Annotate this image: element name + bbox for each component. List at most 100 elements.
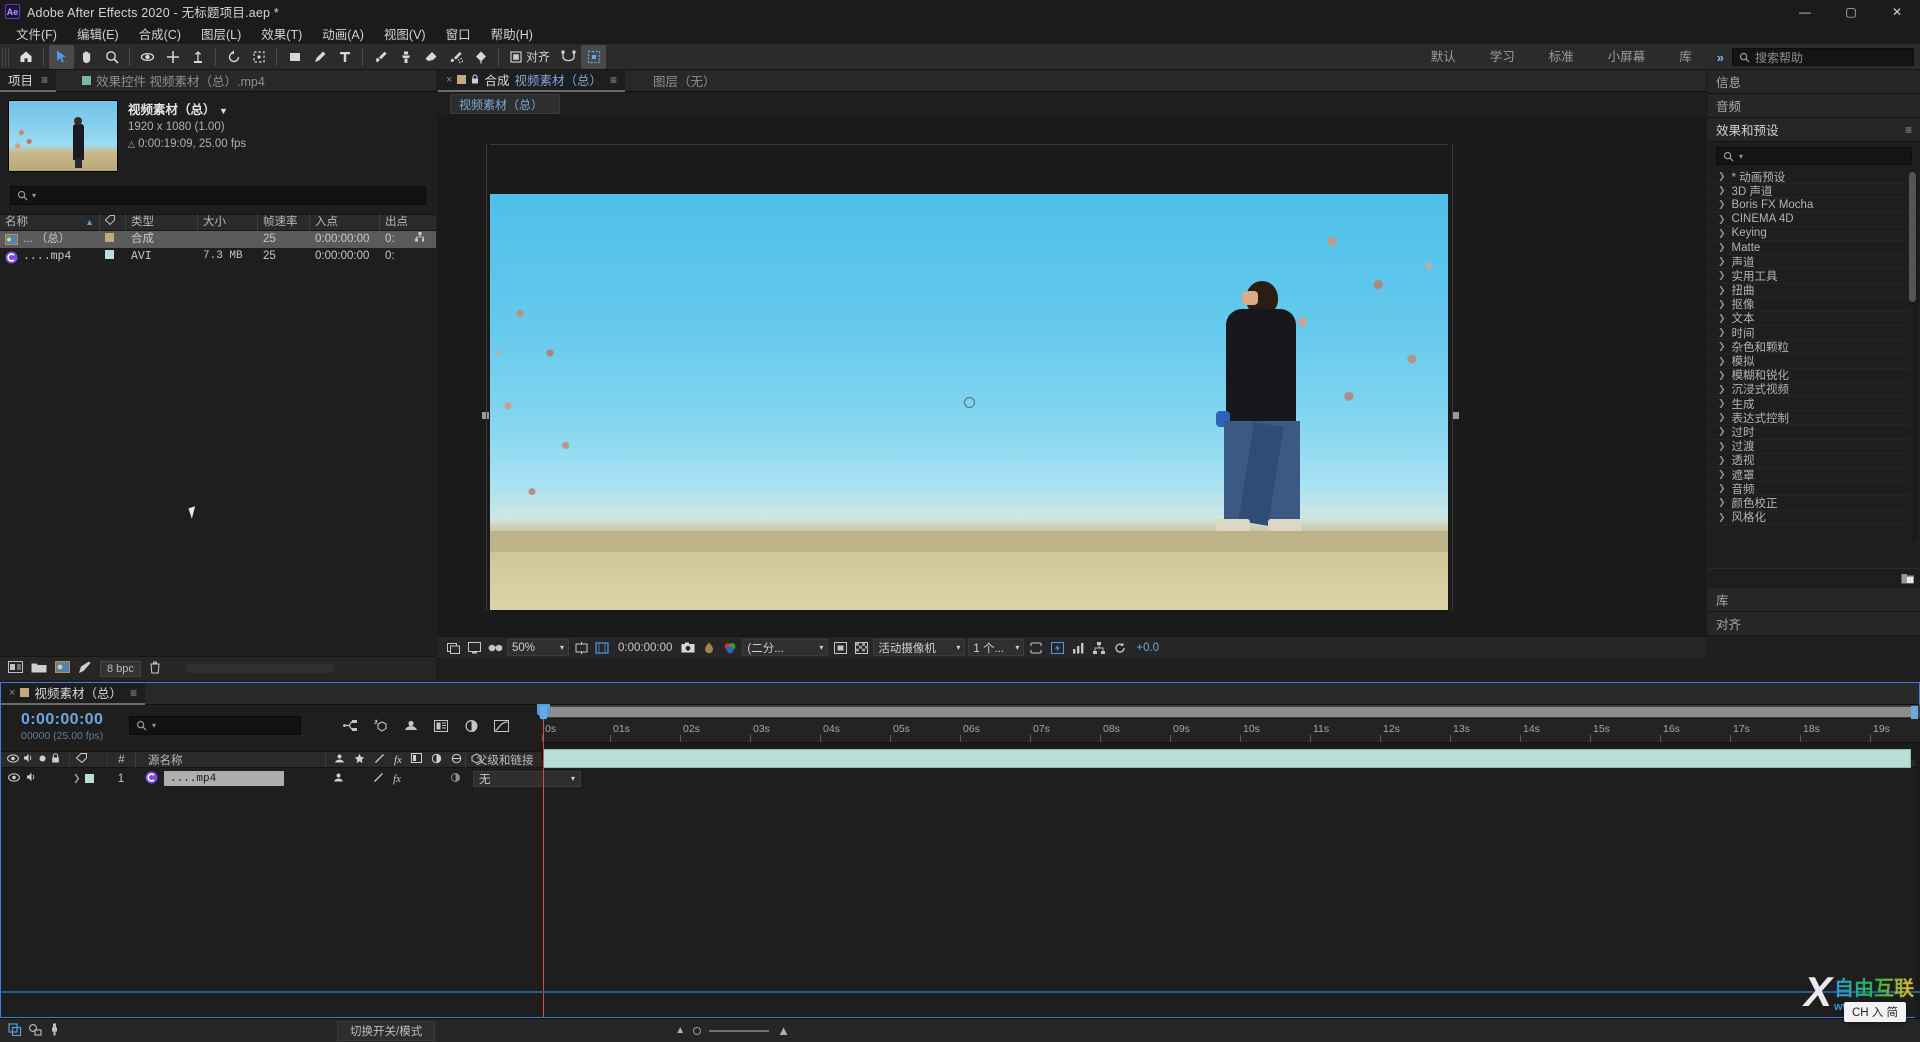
minimize-button[interactable]: — xyxy=(1782,0,1828,23)
tab-composition[interactable]: × 合成 视频素材（总） ≡ xyxy=(438,69,625,92)
chevron-right-icon[interactable]: ❯ xyxy=(1718,228,1726,239)
rectangle-tool-icon[interactable] xyxy=(282,45,307,69)
audio-icon[interactable] xyxy=(23,753,34,766)
region-of-interest-icon[interactable] xyxy=(593,639,611,657)
type-tool-icon[interactable] xyxy=(332,45,357,69)
panel-audio[interactable]: 音频 xyxy=(1708,94,1920,118)
channel-rgb-icon[interactable] xyxy=(721,639,739,657)
workspace-smallscreen[interactable]: 小屏幕 xyxy=(1591,44,1663,70)
chevron-right-icon[interactable]: ❯ xyxy=(1718,242,1726,253)
effects-scrollbar-thumb[interactable] xyxy=(1909,172,1916,302)
composition-breadcrumb[interactable]: 视频素材（总） xyxy=(450,94,560,114)
show-snapshot-icon[interactable] xyxy=(700,639,718,657)
layer-quality-switch[interactable] xyxy=(373,772,384,786)
resolution-select[interactable]: (二分... ▾ xyxy=(742,639,829,656)
interpret-footage-icon[interactable] xyxy=(8,661,23,676)
video-visibility-icon[interactable] xyxy=(7,753,19,766)
layer-shy-switch[interactable] xyxy=(333,772,344,786)
chevron-right-icon[interactable]: ❯ xyxy=(1718,327,1726,338)
project-search-input[interactable]: ▾ xyxy=(10,186,426,205)
close-button[interactable]: ✕ xyxy=(1874,0,1920,23)
draft-3d-icon[interactable] xyxy=(371,716,391,736)
tag-icon[interactable] xyxy=(75,753,87,766)
chevron-right-icon[interactable]: ❯ xyxy=(1718,412,1726,423)
layer-video-toggle[interactable] xyxy=(8,772,20,785)
timeline-zoom-slider[interactable]: ▲ ▲ xyxy=(675,1023,790,1038)
reset-exposure-icon[interactable] xyxy=(1111,639,1129,657)
chevron-right-icon[interactable]: ❯ xyxy=(1718,497,1726,508)
quality-switch-icon[interactable] xyxy=(374,753,385,767)
column-type[interactable]: 类型 xyxy=(126,214,198,231)
workspace-standard[interactable]: 标准 xyxy=(1532,44,1591,70)
new-folder-icon[interactable] xyxy=(1901,572,1914,584)
pixel-aspect-correction-icon[interactable] xyxy=(1027,639,1045,657)
chevron-right-icon[interactable]: ❯ xyxy=(1718,469,1726,480)
search-dropdown-icon[interactable]: ▾ xyxy=(32,191,36,200)
playhead[interactable] xyxy=(537,704,550,1019)
dolly-camera-tool-icon[interactable] xyxy=(185,45,210,69)
row-label-swatch[interactable] xyxy=(105,233,114,242)
effects-search-input[interactable]: ▾ xyxy=(1716,147,1912,165)
toggle-switches-modes-button[interactable]: 切换开关/模式 xyxy=(337,1020,436,1041)
grid-guides-icon[interactable] xyxy=(581,44,607,69)
chevron-right-icon[interactable]: ❯ xyxy=(1718,512,1726,523)
close-tab-icon[interactable]: × xyxy=(446,74,452,86)
list-item[interactable]: ❯ Keying xyxy=(1708,227,1920,241)
workspace-libraries[interactable]: 库 xyxy=(1662,44,1709,70)
project-settings-icon[interactable] xyxy=(78,661,92,677)
menu-help[interactable]: 帮助(H) xyxy=(481,22,543,45)
timeline-timecode[interactable]: 0:00:00:00 00000 (25.00 fps) xyxy=(1,705,103,742)
column-outpoint[interactable]: 出点 xyxy=(380,214,420,231)
align-toggle[interactable]: 对齐 xyxy=(504,48,556,65)
composition-flowchart-icon[interactable] xyxy=(8,1022,22,1039)
chevron-right-icon[interactable]: ❯ xyxy=(1718,370,1726,381)
composition-canvas[interactable] xyxy=(490,194,1448,610)
transparency-grid-icon[interactable] xyxy=(852,639,870,657)
chevron-right-icon[interactable]: ❯ xyxy=(1718,483,1726,494)
chevron-right-icon[interactable]: ❯ xyxy=(1718,171,1726,182)
chevron-right-icon[interactable]: ❯ xyxy=(1718,455,1726,466)
zoom-in-icon[interactable]: ▲ xyxy=(777,1023,790,1038)
chevron-right-icon[interactable]: ❯ xyxy=(1718,384,1726,395)
chevron-down-icon[interactable]: ▼ xyxy=(219,106,228,116)
panel-menu-icon[interactable]: ≡ xyxy=(130,686,137,700)
orbit-camera-tool-icon[interactable] xyxy=(135,45,160,69)
layer-motion-blur-switch[interactable] xyxy=(450,772,461,786)
chevron-right-icon[interactable]: ❯ xyxy=(1718,256,1726,267)
exposure-value[interactable]: +0.0 xyxy=(1132,642,1163,654)
navigator-thumb[interactable] xyxy=(543,707,1915,717)
chevron-right-icon[interactable]: ❯ xyxy=(1718,356,1726,367)
column-name[interactable]: 名称 ▲ xyxy=(0,214,100,231)
eraser-tool-icon[interactable] xyxy=(418,45,443,69)
panel-align[interactable]: 对齐 xyxy=(1708,612,1920,636)
clone-stamp-tool-icon[interactable] xyxy=(393,45,418,69)
tab-effect-controls[interactable]: 效果控件 视频素材（总）.mp4 xyxy=(74,70,273,92)
effects-list[interactable]: ❯ * 动画预设 ❯ 3D 声道 ❯ Boris FX Mocha ❯ CINEMA 4… xyxy=(1708,170,1920,568)
zoom-slider-track[interactable] xyxy=(709,1029,770,1032)
close-tab-icon[interactable]: × xyxy=(9,687,15,699)
column-size[interactable]: 大小 xyxy=(198,214,258,231)
motion-blur-switch-icon[interactable] xyxy=(431,753,442,767)
timeline-jump-icon[interactable] xyxy=(1069,639,1087,657)
zoom-slider-knob[interactable] xyxy=(693,1026,702,1035)
timeline-vertical-scrollbar[interactable] xyxy=(1915,743,1920,1019)
column-label-tag[interactable] xyxy=(100,214,126,231)
motion-blur-toggle-icon[interactable] xyxy=(48,1023,61,1039)
chevron-right-icon[interactable]: ❯ xyxy=(1718,441,1726,452)
column-framerate[interactable]: 帧速率 xyxy=(258,214,310,231)
list-item[interactable]: ❯ 风格化 xyxy=(1708,511,1920,525)
menu-window[interactable]: 窗口 xyxy=(436,22,481,45)
collapse-transforms-icon[interactable] xyxy=(354,753,365,767)
home-icon[interactable] xyxy=(13,45,38,69)
layer-label-swatch[interactable] xyxy=(84,774,94,783)
panel-effects-presets[interactable]: 效果和预设 ≡ xyxy=(1708,118,1920,142)
chevron-right-icon[interactable]: ❯ xyxy=(1718,214,1726,225)
zoom-tool-icon[interactable] xyxy=(99,45,124,69)
menu-animation[interactable]: 动画(A) xyxy=(312,22,374,45)
timeline-ruler[interactable]: 0s 01s 02s 03s 04s 05s 06s 07s 08s 09s 1… xyxy=(541,719,1920,743)
list-item[interactable]: ❯ CINEMA 4D xyxy=(1708,213,1920,227)
hand-tool-icon[interactable] xyxy=(74,45,99,69)
tab-layer[interactable]: 图层（无） xyxy=(645,70,724,92)
chevron-right-icon[interactable]: ❯ xyxy=(1718,426,1726,437)
panel-menu-icon[interactable]: ≡ xyxy=(1905,123,1912,137)
